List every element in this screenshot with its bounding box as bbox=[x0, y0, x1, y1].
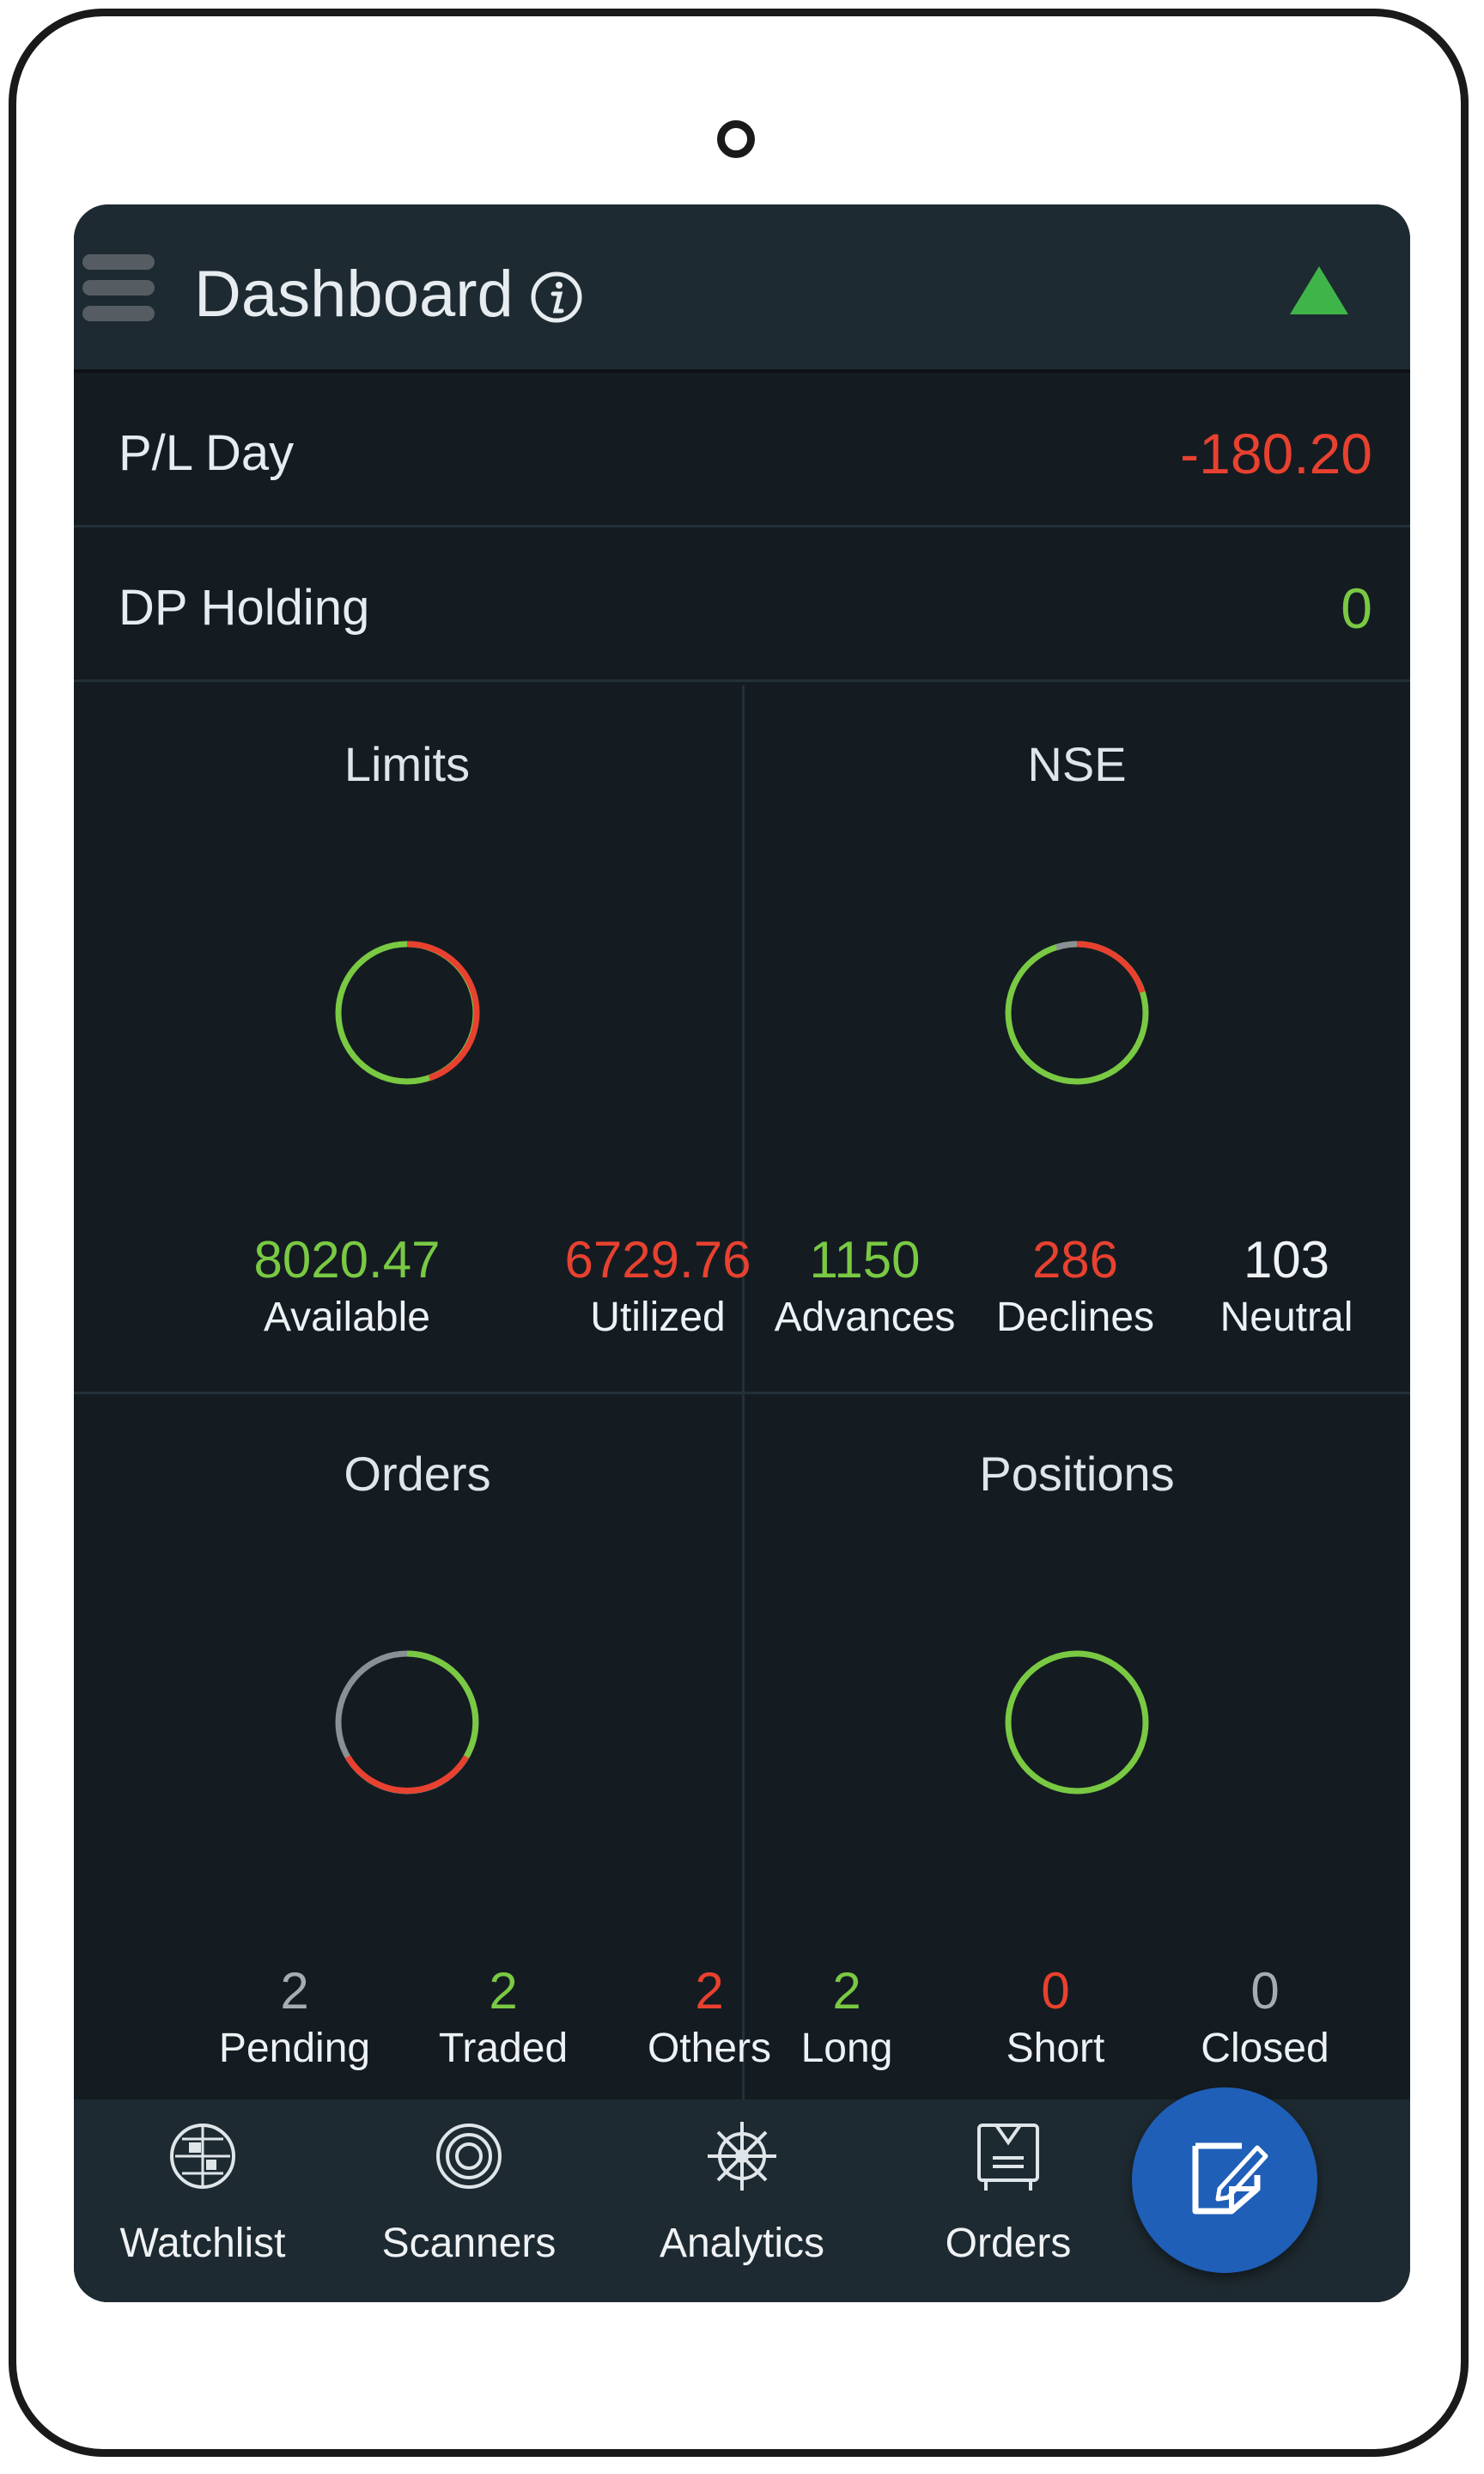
nav-scanners-label: Scanners bbox=[381, 2221, 556, 2266]
positions-long-value: 2 bbox=[832, 1962, 861, 2020]
pl-day-row[interactable]: P/L Day -180.20 bbox=[74, 373, 1410, 527]
nse-declines-value: 286 bbox=[1031, 1231, 1119, 1289]
hamburger-menu-icon[interactable] bbox=[82, 254, 155, 323]
edit-fab-button[interactable] bbox=[1132, 2087, 1317, 2273]
nav-orders[interactable]: Orders bbox=[879, 2099, 1137, 2302]
app-screen: Dashboard P/L Day -180.20 DP Holding 0 L… bbox=[74, 204, 1410, 2302]
limits-utilized: 6729.76 Utilized bbox=[555, 1230, 761, 1344]
limits-utilized-value: 6729.76 bbox=[564, 1231, 751, 1289]
limits-available-value: 8020.47 bbox=[253, 1231, 441, 1289]
nse-card[interactable]: NSE 1150 Advances 286 Declines 103 Neutr… bbox=[744, 685, 1410, 1389]
positions-closed: 0 Closed bbox=[1162, 1961, 1368, 2075]
nse-advances-label: Advances bbox=[774, 1295, 956, 1340]
limits-available: 8020.47 Available bbox=[244, 1230, 450, 1344]
limits-title: Limits bbox=[344, 737, 471, 791]
nse-neutral: 103 Neutral bbox=[1183, 1230, 1390, 1344]
limits-available-label: Available bbox=[264, 1295, 430, 1340]
orders-card[interactable]: Orders 2 Pending 2 Traded 2 Others bbox=[74, 1394, 771, 2099]
wheel-icon bbox=[708, 2122, 776, 2191]
nav-scanners[interactable]: Scanners bbox=[340, 2099, 598, 2302]
nse-declines-label: Declines bbox=[995, 1295, 1155, 1340]
pl-day-value: -180.20 bbox=[1180, 422, 1372, 485]
nav-watchlist-label: Watchlist bbox=[119, 2221, 286, 2266]
positions-closed-value: 0 bbox=[1250, 1962, 1280, 2020]
nav-watchlist[interactable]: Watchlist bbox=[74, 2099, 331, 2302]
camera-icon bbox=[717, 120, 755, 158]
positions-short-label: Short bbox=[1006, 2026, 1105, 2071]
app-header: Dashboard bbox=[74, 204, 1410, 373]
positions-closed-label: Closed bbox=[1201, 2026, 1329, 2071]
positions-long-label: Long bbox=[800, 2026, 893, 2071]
orders-pending-label: Pending bbox=[218, 2026, 371, 2071]
positions-long: 2 Long bbox=[744, 1961, 950, 2075]
orders-pending: 2 Pending bbox=[192, 1961, 398, 2075]
nse-donut-chart bbox=[1005, 941, 1149, 1085]
limits-donut-chart bbox=[335, 941, 480, 1085]
orders-traded: 2 Traded bbox=[400, 1961, 606, 2075]
positions-donut-chart bbox=[1005, 1650, 1149, 1795]
target-icon bbox=[436, 2124, 502, 2189]
nse-title: NSE bbox=[1027, 737, 1127, 791]
page-title: Dashboard bbox=[194, 258, 514, 331]
clipboard-icon bbox=[977, 2124, 1039, 2191]
info-icon[interactable] bbox=[529, 270, 584, 325]
orders-pending-value: 2 bbox=[280, 1962, 309, 2020]
nse-neutral-label: Neutral bbox=[1219, 1295, 1353, 1340]
positions-short: 0 Short bbox=[952, 1961, 1159, 2075]
limits-card[interactable]: Limits 8020.47 Available 6729.76 Utilize… bbox=[74, 685, 751, 1389]
nse-declines: 286 Declines bbox=[972, 1230, 1178, 1344]
dp-holding-row[interactable]: DP Holding 0 bbox=[74, 527, 1410, 682]
nse-neutral-value: 103 bbox=[1243, 1231, 1330, 1289]
orders-traded-label: Traded bbox=[438, 2026, 569, 2071]
dp-holding-value: 0 bbox=[1341, 576, 1372, 640]
nav-analytics-label: Analytics bbox=[659, 2221, 825, 2266]
orders-donut-chart bbox=[335, 1650, 479, 1795]
nav-orders-label: Orders bbox=[945, 2221, 1072, 2266]
orders-title: Orders bbox=[344, 1447, 491, 1501]
globe-icon bbox=[170, 2124, 235, 2189]
positions-short-value: 0 bbox=[1041, 1962, 1070, 2020]
orders-traded-value: 2 bbox=[489, 1962, 518, 2020]
nse-advances: 1150 Advances bbox=[762, 1230, 968, 1344]
dp-holding-label: DP Holding bbox=[119, 580, 370, 636]
edit-note-icon bbox=[1192, 2142, 1268, 2215]
limits-utilized-label: Utilized bbox=[590, 1295, 726, 1340]
nav-analytics[interactable]: Analytics bbox=[613, 2099, 871, 2302]
up-triangle-icon bbox=[1290, 266, 1348, 314]
positions-card[interactable]: Positions 2 Long 0 Short 0 Closed bbox=[744, 1394, 1410, 2099]
pl-day-label: P/L Day bbox=[119, 425, 295, 481]
positions-title: Positions bbox=[979, 1447, 1175, 1501]
nse-advances-value: 1150 bbox=[809, 1231, 921, 1289]
